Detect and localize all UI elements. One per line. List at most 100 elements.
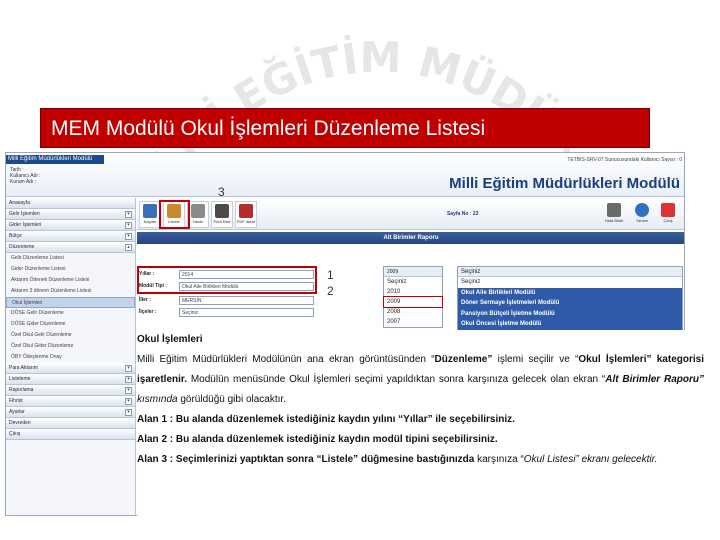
module-option-selected[interactable]: Okul Aile Birlikleri Modülü bbox=[458, 287, 682, 298]
sidebar-item-label: Raporlama bbox=[9, 387, 34, 393]
callout-1: 1 bbox=[327, 268, 334, 282]
pdf-icon bbox=[239, 204, 253, 218]
sidebar-item-label: Düzenleme bbox=[9, 244, 35, 250]
module-option[interactable]: Seçiniz bbox=[458, 277, 682, 288]
filter-form: Yıllar : 2014 Modül Tipi : Okul Aile Bir… bbox=[137, 246, 684, 389]
sidebar-item-label: Gelir İşlemleri bbox=[9, 211, 40, 217]
module-option[interactable]: Okul Öncesi İşletme Modülü bbox=[458, 319, 682, 330]
expand-icon[interactable]: ▾ bbox=[125, 376, 132, 383]
text-span: Okul Listesi bbox=[523, 454, 576, 465]
expand-icon[interactable]: ▾ bbox=[125, 222, 132, 229]
year-option[interactable]: 2007 bbox=[384, 317, 442, 327]
pen-icon bbox=[607, 203, 621, 217]
exit-icon bbox=[661, 203, 675, 217]
text-span: görüldüğü gibi olacaktır. bbox=[177, 394, 286, 405]
server-info: TETBIS-SRV-07 Sunucusundaki Kullanıcı Sa… bbox=[567, 157, 682, 163]
help-icon bbox=[635, 203, 649, 217]
year-option[interactable]: 2010 bbox=[384, 287, 442, 297]
sidebar-item-cikis[interactable]: Çıkış bbox=[6, 429, 135, 440]
sidebar-item-gelir[interactable]: Gelir İşlemleri ▾ bbox=[6, 209, 135, 220]
print-icon bbox=[191, 204, 205, 218]
app-mini-title: Milli Eğitim Müdürlükleri Modülü bbox=[6, 155, 104, 164]
expand-icon[interactable]: ▾ bbox=[125, 365, 132, 372]
sidebar-item-label: Para Aktarım bbox=[9, 365, 38, 371]
year-option[interactable]: 2008 bbox=[384, 307, 442, 317]
sidebar-item-label: Çıkış bbox=[9, 431, 21, 437]
province-select[interactable]: MERSİN bbox=[179, 296, 314, 305]
report-error-button[interactable]: Hata Bildir bbox=[603, 201, 625, 228]
user-info: Tarih : Kullanıcı Adı : Kurum Adı : bbox=[10, 167, 41, 185]
save-icon bbox=[143, 204, 157, 218]
sidebar-item-devreden[interactable]: Devreden bbox=[6, 418, 135, 429]
sidebar-item-listeleme[interactable]: Listeleme ▾ bbox=[6, 374, 135, 385]
button-label: Hata Bildir bbox=[604, 218, 624, 223]
sidebar-item-duzenleme[interactable]: Düzenleme ▴ bbox=[6, 242, 135, 253]
sidebar-item-ayarlar[interactable]: Ayarlar ▾ bbox=[6, 407, 135, 418]
province-label: İller : bbox=[139, 297, 151, 303]
expand-icon[interactable]: ▾ bbox=[125, 398, 132, 405]
button-label: Yazdır bbox=[192, 219, 204, 224]
print-button[interactable]: Yazdır bbox=[187, 201, 209, 228]
sidebar-item-ozel-okul-gider[interactable]: Özel Okul Gider Düzenleme bbox=[6, 341, 135, 352]
callout-3: 3 bbox=[218, 185, 225, 199]
year-option-selected[interactable]: 2009 bbox=[383, 296, 443, 308]
button-label: Çıkış bbox=[663, 218, 673, 223]
sidebar-item-label: Bütçe bbox=[9, 233, 22, 239]
description-paragraph-1: Milli Eğitim Müdürlükleri Modülünün ana … bbox=[137, 350, 704, 410]
sidebar-item-okul-islemleri[interactable]: Okul İşlemleri bbox=[6, 297, 135, 308]
app-title: Milli Eğitim Müdürlükleri Modülü bbox=[449, 175, 680, 192]
expand-icon[interactable]: ▾ bbox=[125, 233, 132, 240]
text-span: işlemi seçilir ve “ bbox=[492, 354, 579, 365]
sidebar-item-gider-duzenleme[interactable]: Gider Düzenleme Listesi bbox=[6, 264, 135, 275]
button-label: PDF Aktar bbox=[236, 219, 256, 224]
page-number: Sayfa No : 23 bbox=[447, 211, 479, 217]
sidebar-item-label: Gider İşlemleri bbox=[9, 222, 42, 228]
text-span: Alt Birimler Raporu” bbox=[605, 374, 704, 385]
button-label: Yardım bbox=[635, 218, 649, 223]
exit-button[interactable]: Çıkış bbox=[657, 201, 679, 228]
sidebar-item-oby-onay[interactable]: ÖBY Ödeşlenme Onay bbox=[6, 352, 135, 363]
callout-2: 2 bbox=[327, 284, 334, 298]
info-institution: Kurum Adı : bbox=[10, 179, 37, 185]
module-dropdown-header[interactable]: Seçiniz bbox=[458, 267, 682, 277]
sidebar-item-gider[interactable]: Gider İşlemleri ▾ bbox=[6, 220, 135, 231]
slide-title: MEM Modülü Okul İşlemleri Düzenleme List… bbox=[40, 108, 650, 148]
button-label: Print Ekle bbox=[213, 219, 231, 224]
save-button[interactable]: Kaydet bbox=[139, 201, 161, 228]
sidebar-item-ozel-okul-gelir[interactable]: Özel Okul Gelir Düzenleme bbox=[6, 330, 135, 341]
sidebar-item-raporlama[interactable]: Raporlama ▾ bbox=[6, 385, 135, 396]
toolbar: Kaydet Listele Yazdır Print Ekle PDF Akt… bbox=[137, 198, 684, 230]
expand-icon[interactable]: ▾ bbox=[125, 211, 132, 218]
text-span: kısmında bbox=[137, 394, 178, 405]
sidebar-item-dose-gider[interactable]: DÖSE Gider Düzenleme bbox=[6, 319, 135, 330]
sidebar-item-aktarim-donem[interactable]: Aktarım 3 dönem Düzenleme Listesi bbox=[6, 286, 135, 297]
sidebar-item-fihrist[interactable]: Fihrist ▾ bbox=[6, 396, 135, 407]
sidebar-item-dose-gelir[interactable]: DÖSE Gelir Düzenleme bbox=[6, 308, 135, 319]
sidebar-item-label: Ayarlar bbox=[9, 409, 25, 415]
sidebar-item-aktarim-odenek[interactable]: Aktarım Ödenek Düzenleme Listesi bbox=[6, 275, 135, 286]
form-highlight bbox=[137, 266, 317, 294]
area-1-description: Alan 1 : Bu alanda düzenlemek istediğini… bbox=[137, 414, 515, 425]
expand-icon[interactable]: ▾ bbox=[125, 387, 132, 394]
year-dropdown-list[interactable]: 2009 Seçiniz 2010 2009 2008 2007 bbox=[383, 266, 443, 328]
module-option[interactable]: Döner Sermaye İşletmeleri Modülü bbox=[458, 298, 682, 309]
collapse-icon[interactable]: ▴ bbox=[125, 244, 132, 251]
help-button[interactable]: Yardım bbox=[631, 201, 653, 228]
print-add-button[interactable]: Print Ekle bbox=[211, 201, 233, 228]
text-span: Modülün menüsünde Okul İşlemleri seçimi … bbox=[187, 374, 606, 385]
sidebar-item-butce[interactable]: Bütçe ▾ bbox=[6, 231, 135, 242]
sidebar-item-anasayfa[interactable]: Anasayfa bbox=[6, 198, 135, 209]
module-option[interactable]: Pansiyon Bütçeli İşletme Modülü bbox=[458, 308, 682, 319]
listele-highlight bbox=[159, 200, 190, 229]
expand-icon[interactable]: ▾ bbox=[125, 409, 132, 416]
sidebar-item-label: Fihrist bbox=[9, 398, 23, 404]
button-label: Kaydet bbox=[143, 219, 157, 224]
pdf-export-button[interactable]: PDF Aktar bbox=[235, 201, 257, 228]
sidebar-item-para-aktarim[interactable]: Para Aktarım ▾ bbox=[6, 363, 135, 374]
year-dropdown-header[interactable]: 2009 bbox=[384, 267, 442, 277]
year-option[interactable]: Seçiniz bbox=[384, 277, 442, 287]
sidebar-item-label: Listeleme bbox=[9, 376, 31, 382]
district-select[interactable]: Seçiniz bbox=[179, 308, 314, 317]
sidebar-item-label: Devreden bbox=[9, 420, 31, 426]
sidebar-item-gelir-duzenleme[interactable]: Gelir Düzenleme Listesi bbox=[6, 253, 135, 264]
